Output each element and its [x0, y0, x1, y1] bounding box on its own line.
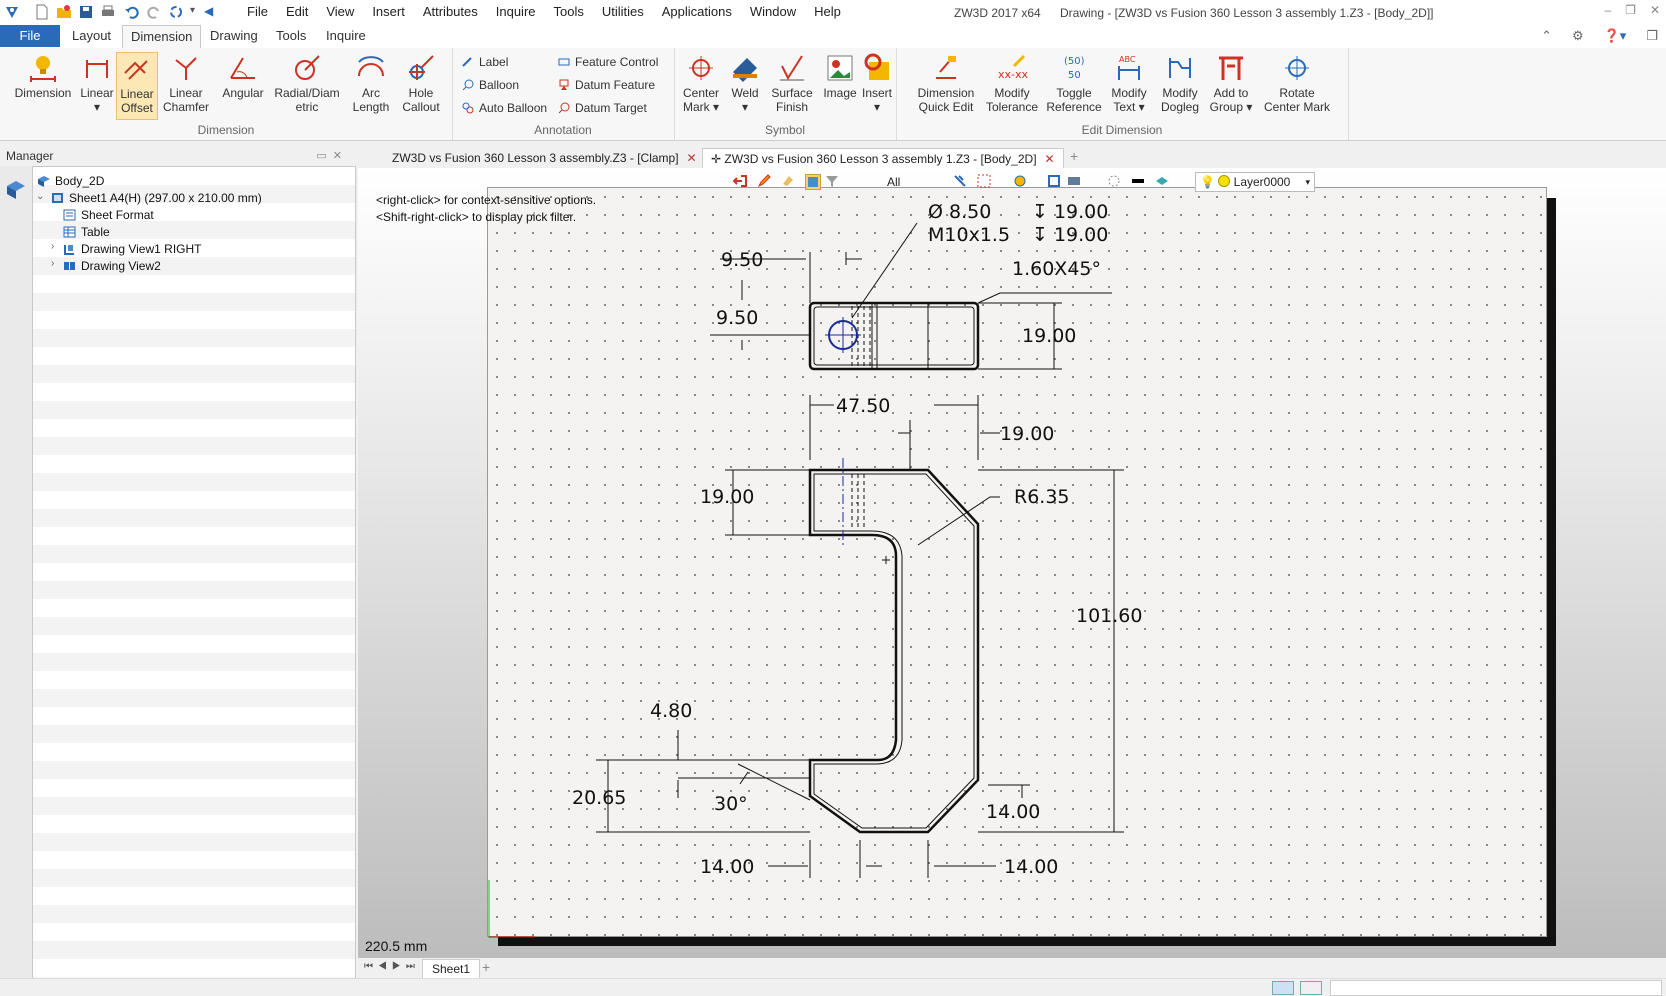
- dim-text-hole-dia: Ø 8.50: [928, 201, 991, 223]
- dim-text-bottom-left: 14.00: [700, 856, 754, 878]
- dim-bottom-right: [859, 840, 996, 878]
- axis-indicator: [488, 880, 535, 938]
- top-view-edge-lines: [871, 303, 929, 369]
- chamfer-leader: [977, 292, 1112, 304]
- dim-text-thread-depth: ↧ 19.00: [1032, 224, 1108, 246]
- top-view-outline: [808, 301, 980, 371]
- dim-text-height-total: 101.60: [1076, 605, 1142, 627]
- status-bar: [0, 978, 1666, 996]
- top-view-inner: [813, 306, 975, 366]
- dim-text-bottom-right: 14.00: [1004, 856, 1058, 878]
- dim-text-thread: M10x1.5: [928, 224, 1010, 246]
- front-view-outline: [808, 468, 980, 834]
- dim-lower-small: [677, 730, 810, 798]
- thread-hidden-lines: [851, 306, 871, 366]
- hole-hidden-lines: [851, 474, 865, 530]
- dim-lower-height: [596, 759, 810, 833]
- dim-height-total: [978, 469, 1124, 833]
- dim-text-hole-depth: ↧ 19.00: [1032, 201, 1108, 223]
- dim-text-height-top: 19.00: [1022, 325, 1076, 347]
- status-view-icon[interactable]: [1300, 981, 1322, 995]
- front-view-inner: [813, 473, 975, 829]
- dim-text-top-left2: 9.50: [716, 307, 758, 329]
- sheet-nav-arrows-icon[interactable]: ⏮◀▶⏭: [364, 961, 420, 972]
- dim-text-right-lower: 14.00: [986, 801, 1040, 823]
- dim-text-radius: R6.35: [1014, 486, 1070, 508]
- angle-leader: [737, 763, 811, 801]
- cursor-cross-icon: [882, 556, 890, 564]
- dim-text-width-total: 47.50: [836, 395, 890, 417]
- dim-width-right: [898, 420, 1000, 470]
- add-sheet-icon[interactable]: +: [482, 959, 490, 975]
- dim-bottom-left: [768, 840, 811, 878]
- dim-text-chamfer: 1.60X45°: [1012, 258, 1101, 280]
- dim-text-lower-small: 4.80: [650, 700, 692, 722]
- drawing-geometry: Ø 8.50 ↧ 19.00 M10x1.5 ↧ 19.00 9.50 9.50…: [488, 201, 1142, 938]
- dim-text-angle: 30°: [714, 793, 748, 815]
- command-input[interactable]: [1330, 980, 1662, 996]
- sheet-tab-sheet1[interactable]: Sheet1: [422, 959, 481, 979]
- dim-right-lower: [988, 784, 1030, 798]
- sheet-tab-bar: ⏮◀▶⏭ Sheet1 +: [358, 958, 1666, 979]
- dim-text-top-left: 9.50: [721, 249, 763, 271]
- status-layout-icon[interactable]: [1272, 981, 1294, 995]
- dim-text-upper-arm: 19.00: [700, 486, 754, 508]
- dim-text-lower-height: 20.65: [572, 787, 626, 809]
- dim-text-width-right: 19.00: [1000, 423, 1054, 445]
- hole-center-mark: [825, 317, 861, 353]
